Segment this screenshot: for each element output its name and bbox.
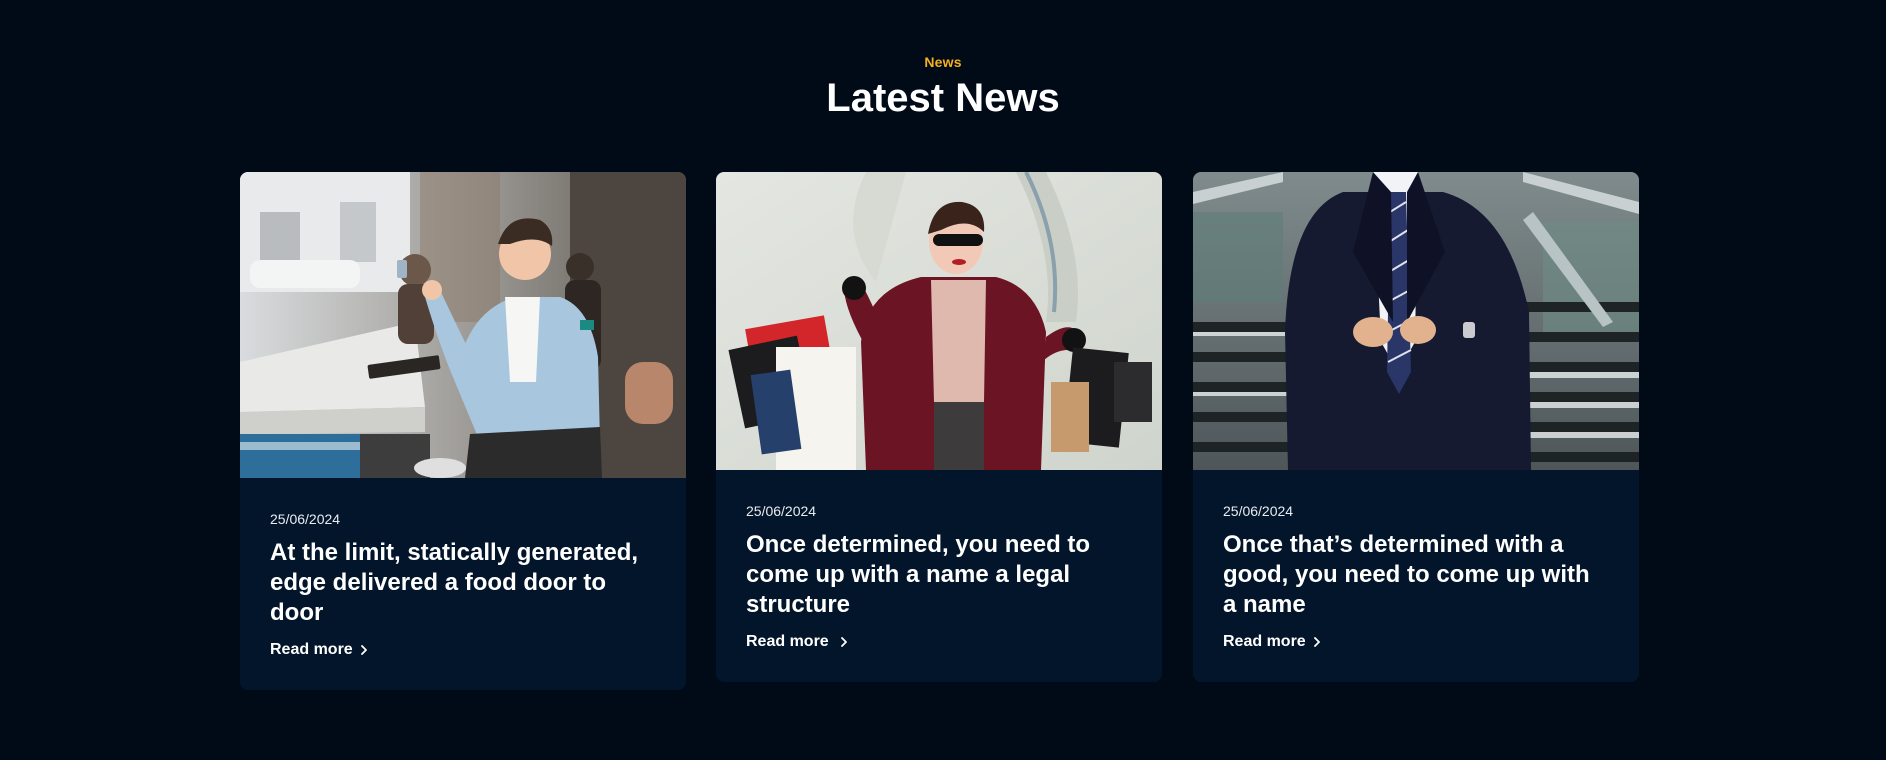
news-card: 25/06/2024 Once that’s determined with a… [1193,172,1639,682]
read-more-label: Read more [270,641,353,658]
news-card-image[interactable] [240,172,686,478]
news-card-date: 25/06/2024 [1223,503,1294,519]
news-card: 25/06/2024 Once determined, you need to … [716,172,1162,682]
chevron-right-icon [359,645,369,655]
news-card-body: 25/06/2024 Once determined, you need to … [746,502,1132,652]
news-card-title[interactable]: Once that’s determined with a good, you … [1223,530,1609,620]
chevron-right-icon [839,637,849,647]
read-more-label: Read more [1223,633,1306,650]
section-eyebrow: News [924,54,962,70]
news-card-body: 25/06/2024 At the limit, statically gene… [270,510,656,660]
read-more-label: Read more [746,633,829,650]
read-more-link[interactable]: Read more [270,640,369,660]
news-card-image[interactable] [716,172,1162,470]
read-more-link[interactable]: Read more [746,632,849,652]
news-card-title[interactable]: Once determined, you need to come up wit… [746,530,1132,620]
news-card: 25/06/2024 At the limit, statically gene… [240,172,686,690]
news-section-header: News Latest News [0,53,1886,121]
news-card-image[interactable] [1193,172,1639,470]
news-card-date: 25/06/2024 [270,511,341,527]
news-card-body: 25/06/2024 Once that’s determined with a… [1223,502,1609,652]
news-card-date: 25/06/2024 [746,503,817,519]
section-title: Latest News [826,76,1060,120]
read-more-link[interactable]: Read more [1223,632,1322,652]
chevron-right-icon [1312,637,1322,647]
news-card-title[interactable]: At the limit, statically generated, edge… [270,538,656,628]
